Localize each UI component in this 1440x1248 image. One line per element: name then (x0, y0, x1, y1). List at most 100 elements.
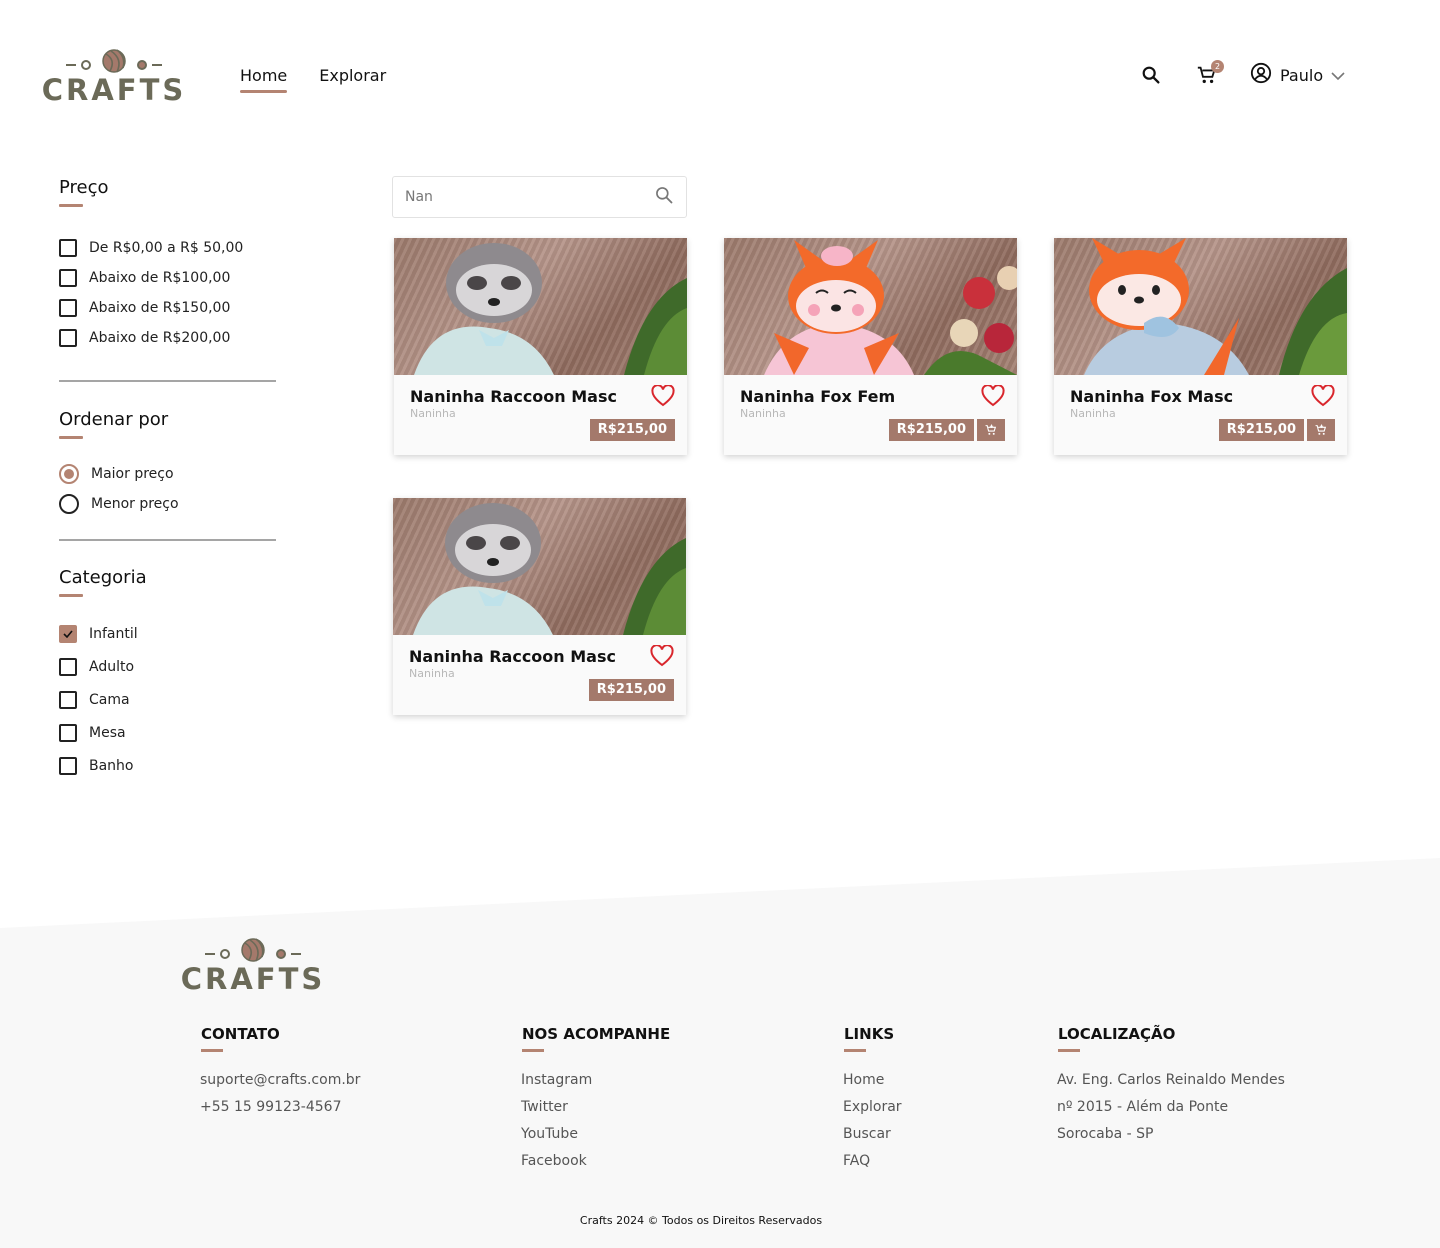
heart-icon[interactable] (1311, 384, 1335, 407)
copyright-text: Crafts 2024 © Todos os Direitos Reservad… (579, 1214, 823, 1227)
price-tag: R$215,00 (589, 419, 675, 441)
footer-link-buscar[interactable]: Buscar (843, 1126, 891, 1142)
sort-option[interactable]: Maior preço (59, 459, 276, 489)
footer-location: LOCALIZAÇÃO Av. Eng. Carlos Reinaldo Men… (1057, 1025, 1285, 1148)
social-link-twitter[interactable]: Twitter (521, 1099, 568, 1115)
category-filter-title: Categoria (59, 567, 147, 588)
social-link-facebook[interactable]: Facebook (521, 1153, 587, 1169)
search-icon[interactable] (1138, 62, 1164, 88)
nav-explorar-link[interactable]: Explorar (319, 66, 386, 91)
footer-logo[interactable]: CRAFTS (181, 937, 322, 995)
footer-contact-title: CONTATO (201, 1025, 280, 1043)
checkbox[interactable] (59, 239, 77, 257)
cart-plus-icon (985, 424, 997, 435)
heart-icon[interactable] (981, 384, 1005, 407)
checkbox[interactable] (59, 657, 77, 676)
title-underline (59, 204, 83, 207)
product-name[interactable]: Naninha Fox Fem (740, 387, 1001, 406)
checkbox[interactable] (59, 723, 77, 742)
title-underline (59, 594, 83, 597)
add-to-cart-button[interactable] (1307, 419, 1335, 441)
address-line: nº 2015 - Além da Ponte (1057, 1099, 1229, 1115)
category-option-label: Infantil (89, 625, 138, 642)
radio-button[interactable] (59, 464, 79, 484)
cart-icon[interactable]: 2 (1194, 60, 1224, 88)
divider (59, 380, 276, 382)
price-option-label: De R$0,00 a R$ 50,00 (89, 240, 244, 256)
user-avatar-icon (1250, 62, 1272, 88)
header-actions: 2 Paulo (1138, 60, 1345, 88)
check-icon (63, 629, 73, 638)
checkbox[interactable] (59, 690, 77, 709)
footer-links-title: LINKS (844, 1025, 895, 1043)
nav-home-link[interactable]: Home (240, 66, 288, 93)
price-tag: R$215,00 (888, 419, 974, 441)
filters-sidebar: Preço De R$0,00 a R$ 50,00 Abaixo de R$1… (59, 177, 276, 782)
search-input[interactable] (405, 189, 654, 205)
divider (59, 539, 276, 541)
chevron-down-icon (1331, 66, 1345, 85)
title-underline (844, 1049, 866, 1052)
title-underline (522, 1049, 544, 1052)
price-option-label: Abaixo de R$150,00 (89, 300, 231, 316)
product-image[interactable] (394, 238, 687, 375)
contact-email[interactable]: suporte@crafts.com.br (200, 1067, 360, 1094)
checkbox[interactable] (59, 299, 77, 317)
product-name[interactable]: Naninha Fox Masc (1070, 387, 1331, 406)
social-link-instagram[interactable]: Instagram (521, 1072, 592, 1088)
category-option-label: Mesa (89, 724, 126, 741)
logo-wordmark: CRAFTS (41, 73, 187, 107)
heart-icon[interactable] (650, 644, 674, 667)
price-option[interactable]: Abaixo de R$100,00 (59, 263, 276, 293)
user-menu[interactable]: Paulo (1250, 62, 1345, 88)
product-card[interactable]: Naninha Raccoon Masc Naninha R$215,00 (393, 498, 686, 715)
category-option[interactable]: Banho (59, 749, 276, 782)
product-image[interactable] (393, 498, 686, 635)
footer-link-faq[interactable]: FAQ (843, 1153, 870, 1169)
contact-phone[interactable]: +55 15 99123-4567 (200, 1094, 360, 1121)
price-tag: R$215,00 (588, 679, 674, 701)
search-icon[interactable] (654, 185, 674, 209)
product-name[interactable]: Naninha Raccoon Masc (409, 647, 670, 666)
sort-filter-title: Ordenar por (59, 409, 169, 430)
yarn-ball-icon (66, 48, 162, 74)
price-option[interactable]: De R$0,00 a R$ 50,00 (59, 233, 276, 263)
footer-contact: CONTATO suporte@crafts.com.br +55 15 991… (200, 1025, 360, 1121)
category-option[interactable]: Infantil (59, 617, 276, 650)
price-filter: Preço De R$0,00 a R$ 50,00 Abaixo de R$1… (59, 177, 276, 353)
checkbox[interactable] (59, 329, 77, 347)
title-underline (201, 1049, 223, 1052)
title-underline (59, 436, 83, 439)
title-underline (1058, 1049, 1080, 1052)
sort-option[interactable]: Menor preço (59, 489, 276, 519)
price-option-label: Abaixo de R$100,00 (89, 270, 231, 286)
product-card[interactable]: Naninha Raccoon Masc Naninha R$215,00 (394, 238, 687, 455)
category-option-label: Banho (89, 757, 134, 774)
product-image[interactable] (1054, 238, 1347, 375)
header-logo[interactable]: CRAFTS (42, 48, 183, 106)
product-card[interactable]: Naninha Fox Masc Naninha R$215,00 (1054, 238, 1347, 455)
checkbox-checked[interactable] (59, 624, 77, 643)
category-option[interactable]: Adulto (59, 650, 276, 683)
category-option[interactable]: Cama (59, 683, 276, 716)
footer-link-explorar[interactable]: Explorar (843, 1099, 902, 1115)
footer-location-title: LOCALIZAÇÃO (1058, 1025, 1176, 1043)
radio-button[interactable] (59, 494, 79, 514)
social-link-youtube[interactable]: YouTube (521, 1126, 578, 1142)
checkbox[interactable] (59, 756, 77, 775)
heart-icon[interactable] (651, 384, 675, 407)
product-image[interactable] (724, 238, 1017, 375)
checkbox[interactable] (59, 269, 77, 287)
product-search (392, 176, 687, 218)
cart-count-badge: 2 (1211, 60, 1224, 73)
sort-option-label: Menor preço (91, 496, 179, 512)
footer-link-home[interactable]: Home (843, 1072, 884, 1088)
user-name: Paulo (1280, 65, 1324, 85)
product-name[interactable]: Naninha Raccoon Masc (410, 387, 671, 406)
category-option[interactable]: Mesa (59, 716, 276, 749)
cart-plus-icon (1315, 424, 1327, 435)
price-option[interactable]: Abaixo de R$150,00 (59, 293, 276, 323)
product-card[interactable]: Naninha Fox Fem Naninha R$215,00 (724, 238, 1017, 455)
price-option[interactable]: Abaixo de R$200,00 (59, 323, 276, 353)
add-to-cart-button[interactable] (977, 419, 1005, 441)
